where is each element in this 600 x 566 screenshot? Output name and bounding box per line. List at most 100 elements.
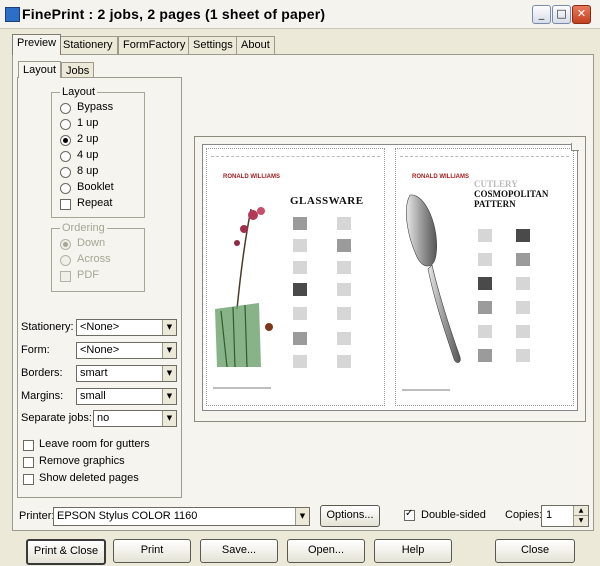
preview-area[interactable]: RONALD WILLIAMS GLASSWARE RONALD WILLIAM… [194,136,586,422]
tab-settings[interactable]: Settings [188,36,238,54]
maximize-button[interactable]: □ [552,5,571,24]
spin-up-icon[interactable]: ▲ [573,506,588,516]
form-value: <None> [80,344,120,356]
product-thumbnail [478,301,492,314]
product-thumbnail [293,283,307,296]
pattern-heading: PATTERN [474,199,516,209]
margins-select[interactable]: small ▼ [76,388,177,405]
down-radio[interactable] [60,239,71,250]
stationery-value: <None> [80,321,120,333]
form-select[interactable]: <None> ▼ [76,342,177,359]
separate-jobs-label: Separate jobs: [21,412,92,424]
window-title: FinePrint : 2 jobs, 2 pages (1 sheet of … [22,6,326,22]
product-thumbnail [337,307,351,320]
bypass-radio[interactable] [60,103,71,114]
product-thumbnail [293,261,307,274]
gutters-label: Leave room for gutters [39,438,150,450]
open-button[interactable]: Open... [287,539,365,563]
product-thumbnail [337,332,351,345]
product-thumbnail [516,325,530,338]
repeat-label: Repeat [77,197,113,209]
copies-value: 1 [546,509,553,521]
product-thumbnail [478,277,492,290]
tab-preview[interactable]: Preview [12,34,62,55]
chevron-down-icon: ▼ [162,366,176,381]
down-label: Down [77,237,106,249]
product-thumbnail [337,217,351,230]
margins-value: small [80,390,106,402]
across-label: Across [77,253,111,265]
caption-line [402,389,450,391]
booklet-radio[interactable] [60,183,71,194]
logo-text: RONALD WILLIAMS [412,174,469,180]
show-deleted-checkbox[interactable] [23,474,34,485]
repeat-checkbox[interactable] [60,199,71,210]
product-thumbnail [516,229,530,242]
save-button[interactable]: Save... [200,539,278,563]
remove-graphics-label: Remove graphics [39,455,125,467]
chevron-down-icon: ▼ [295,508,309,525]
chevron-down-icon: ▼ [162,389,176,404]
spin-down-icon[interactable]: ▼ [573,516,588,526]
product-thumbnail [478,229,492,242]
2up-label: 2 up [77,133,99,145]
layout-group: Layout Bypass 1 up 2 up 4 up 8 up Bookle… [51,86,145,218]
borders-label: Borders: [21,367,63,379]
4up-label: 4 up [77,149,99,161]
double-sided-label: Double-sided [421,509,486,521]
remove-graphics-checkbox[interactable] [23,457,34,468]
product-thumbnail [516,349,530,362]
preview-page-left[interactable]: RONALD WILLIAMS GLASSWARE [206,148,385,406]
printer-app-icon [5,7,20,22]
help-button[interactable]: Help [374,539,452,563]
chevron-down-icon: ▼ [162,411,176,426]
2up-radio[interactable] [60,135,71,146]
product-thumbnail [516,253,530,266]
product-thumbnail [293,239,307,252]
double-sided-checkbox[interactable] [404,508,415,521]
printer-select[interactable]: EPSON Stylus COLOR 1160 ▼ [53,507,310,526]
across-radio[interactable] [60,255,71,266]
layout-group-title: Layout [60,86,98,98]
printer-value: EPSON Stylus COLOR 1160 [57,510,198,522]
print-close-button[interactable]: Print & Close [26,539,106,565]
stationery-label: Stationery: [21,321,74,333]
layout-subpanel: Layout Bypass 1 up 2 up 4 up 8 up Bookle… [17,77,182,498]
chevron-down-icon: ▼ [162,343,176,358]
printer-label: Printer: [19,510,55,522]
bypass-label: Bypass [77,101,114,113]
pdf-label: PDF [77,269,99,281]
margins-label: Margins: [21,390,64,402]
title-bar[interactable]: FinePrint : 2 jobs, 2 pages (1 sheet of … [0,0,600,29]
ordering-group-title: Ordering [60,222,107,234]
subtab-layout[interactable]: Layout [18,61,62,78]
close-button[interactable]: Close [495,539,575,563]
stationery-select[interactable]: <None> ▼ [76,319,177,336]
options-button[interactable]: Options... [320,505,380,527]
separate-jobs-value: no [97,412,110,424]
gutters-checkbox[interactable] [23,440,34,451]
separate-jobs-select[interactable]: no ▼ [93,410,177,427]
minimize-button[interactable]: _ [532,5,551,24]
tab-stationery[interactable]: Stationery [58,36,118,54]
tab-about[interactable]: About [236,36,275,54]
booklet-label: Booklet [77,181,114,193]
borders-value: smart [80,367,108,379]
copies-spinner[interactable]: 1 ▲ ▼ [541,505,589,527]
preview-page-right[interactable]: RONALD WILLIAMS CUTLERY COSMOPOLITAN PAT… [395,148,574,406]
product-thumbnail [337,355,351,368]
copies-label: Copies: [505,509,543,521]
close-window-button[interactable]: ✕ [572,5,591,24]
borders-select[interactable]: smart ▼ [76,365,177,382]
8up-label: 8 up [77,165,99,177]
page-header-rule [211,151,380,157]
4up-radio[interactable] [60,151,71,162]
8up-radio[interactable] [60,167,71,178]
1up-radio[interactable] [60,119,71,130]
print-button[interactable]: Print [113,539,191,563]
ordering-group: Ordering Down Across PDF [51,222,145,292]
orchid-vase-image [215,207,273,368]
pdf-checkbox[interactable] [60,271,71,282]
fineprint-window: FinePrint : 2 jobs, 2 pages (1 sheet of … [0,0,600,566]
tab-formfactory[interactable]: FormFactory [118,36,191,54]
